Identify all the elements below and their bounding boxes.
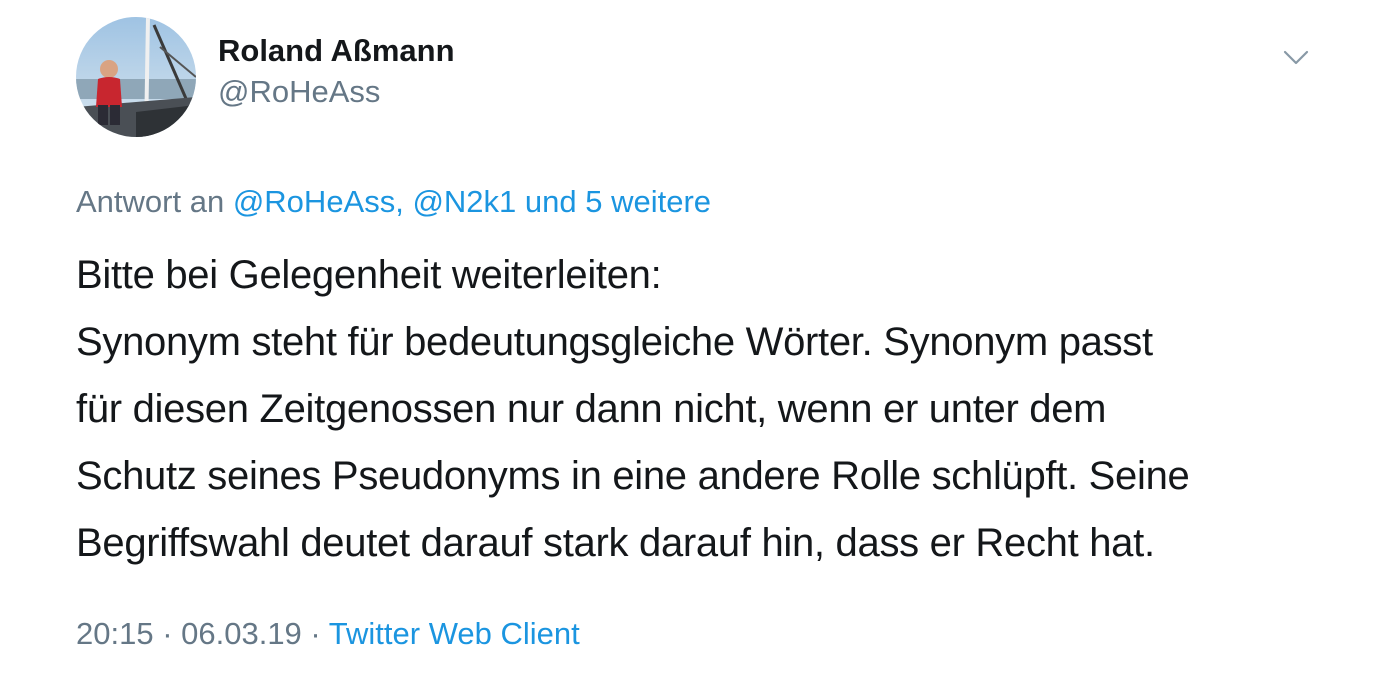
profile-photo-icon [76,17,196,137]
tweet-text-line: Synonym steht für bedeutungsgleiche Wört… [76,320,1153,364]
meta-separator: · [301,616,329,651]
reply-prefix: Antwort an [76,184,225,219]
author-display-name[interactable]: Roland Aßmann [218,32,455,70]
reply-mentions-link[interactable]: @RoHeAss, @N2k1 und 5 weitere [233,184,711,219]
tweet-text-line: Begriffswahl deutet darauf stark darauf … [76,521,1155,565]
tweet-text-line: Bitte bei Gelegenheit weiterleiten: [76,253,662,297]
tweet-source-link[interactable]: Twitter Web Client [329,616,580,651]
chevron-down-icon[interactable] [1280,44,1312,70]
tweet-timestamp[interactable]: 20:15 · 06.03.19 [76,616,302,651]
tweet-text: Bitte bei Gelegenheit weiterleiten: Syno… [76,242,1346,577]
tweet-meta: 20:15 · 06.03.19 · Twitter Web Client [76,615,580,653]
reply-context: Antwort an @RoHeAss, @N2k1 und 5 weitere [76,183,711,221]
tweet-text-line: Schutz seines Pseudonyms in eine andere … [76,454,1190,498]
author-handle[interactable]: @RoHeAss [218,73,380,111]
tweet-text-line: für diesen Zeitgenossen nur dann nicht, … [76,387,1107,431]
avatar[interactable] [76,17,196,137]
